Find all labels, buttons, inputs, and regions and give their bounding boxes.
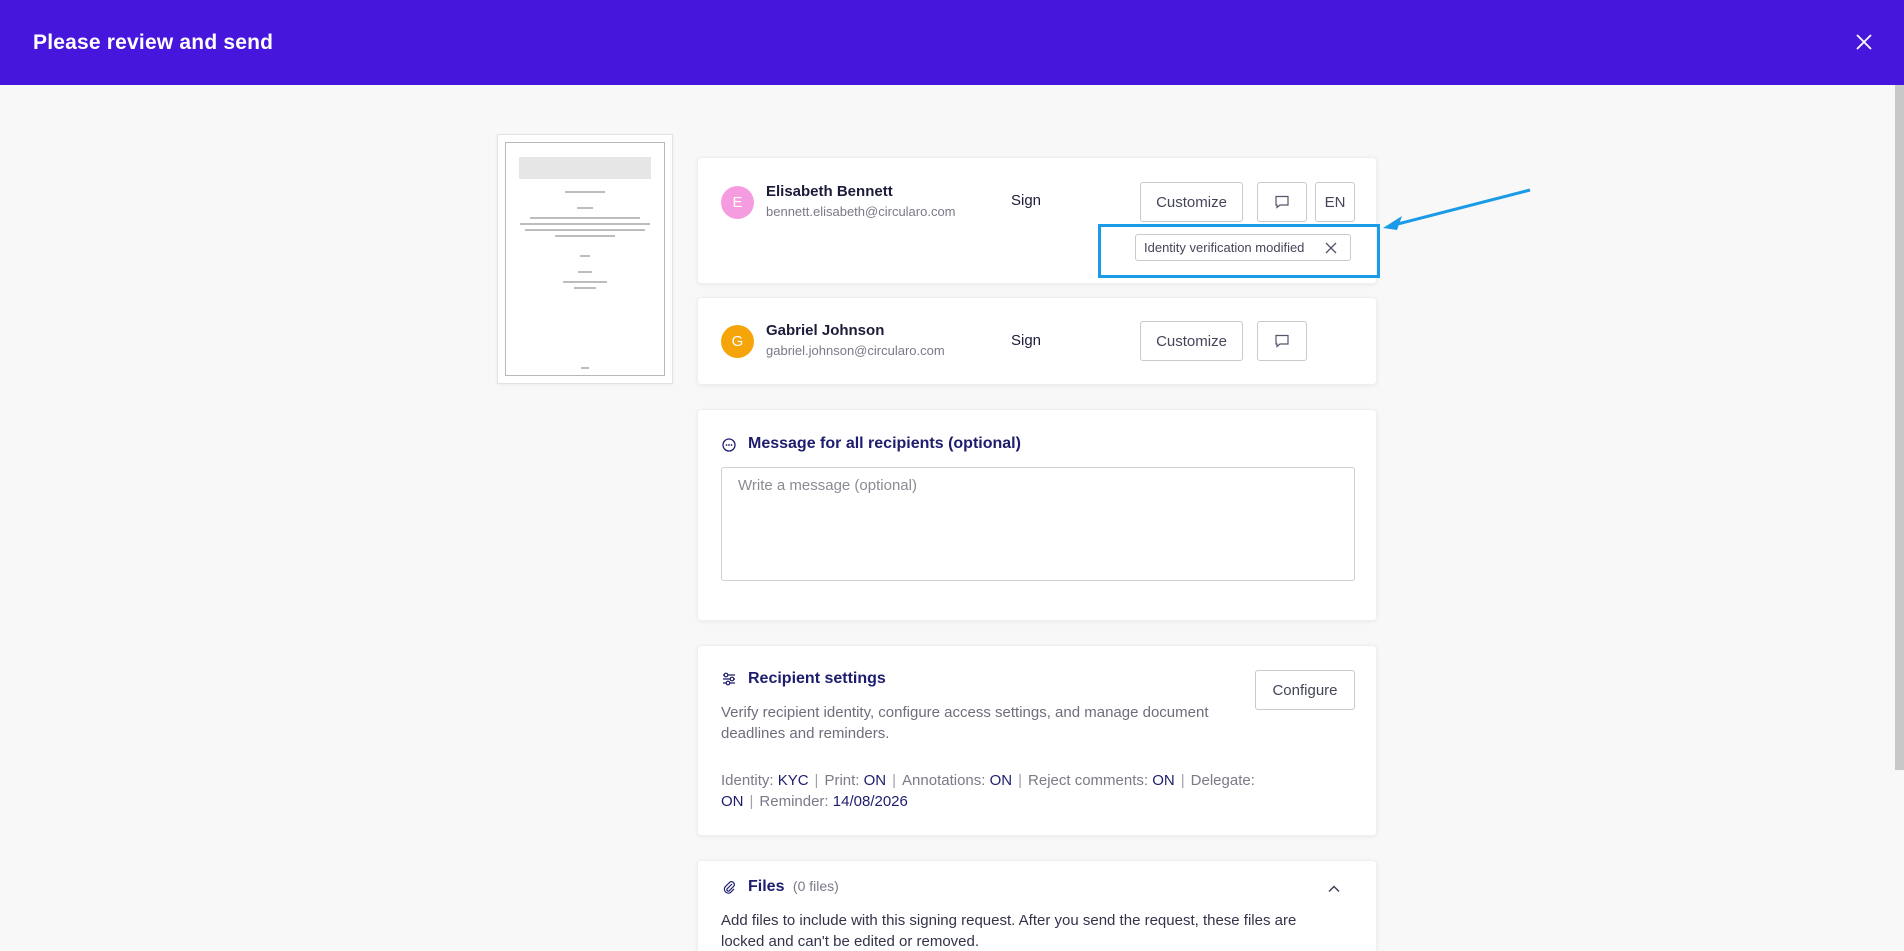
document-page-preview xyxy=(505,142,665,376)
files-title: Files (0 files) xyxy=(748,878,839,896)
language-button[interactable]: EN xyxy=(1315,182,1355,222)
comment-button[interactable] xyxy=(1257,321,1307,361)
summary-value: ON xyxy=(863,772,887,789)
document-thumbnail[interactable] xyxy=(497,134,673,384)
summary-value: KYC xyxy=(777,772,809,789)
comment-button[interactable] xyxy=(1257,182,1307,222)
modal-title: Please review and send xyxy=(33,30,274,54)
message-icon xyxy=(722,438,736,452)
recipient-settings-card: Recipient settings Configure Verify reci… xyxy=(697,645,1377,836)
settings-title: Recipient settings xyxy=(748,670,886,687)
recipient-name: Gabriel Johnson xyxy=(766,322,885,339)
summary-label: Reject comments: xyxy=(1028,772,1149,789)
recipient-name: Elisabeth Bennett xyxy=(766,183,893,200)
comment-icon xyxy=(1275,334,1289,348)
scrollbar[interactable] xyxy=(1895,85,1904,770)
files-description: Add files to include with this signing r… xyxy=(721,912,1297,950)
summary-value: ON xyxy=(989,772,1013,789)
avatar: G xyxy=(721,325,754,358)
highlight-annotation xyxy=(1098,224,1380,278)
summary-label: Print: xyxy=(824,772,860,789)
files-title-label: Files xyxy=(748,878,785,895)
arrow-annotation xyxy=(1383,188,1531,230)
recipient-role[interactable]: Sign xyxy=(1011,332,1041,349)
settings-description: Verify recipient identity, configure acc… xyxy=(721,704,1209,742)
summary-label: Identity: xyxy=(721,772,774,789)
message-title: Message for all recipients (optional) xyxy=(748,435,1021,452)
recipient-card-2: G Gabriel Johnson gabriel.johnson@circul… xyxy=(697,297,1377,385)
settings-sliders-icon xyxy=(723,672,735,686)
files-card: Files (0 files) Add files to include wit… xyxy=(697,860,1377,951)
recipient-email: gabriel.johnson@circularo.com xyxy=(766,343,945,358)
configure-button[interactable]: Configure xyxy=(1255,670,1355,710)
summary-value: ON xyxy=(721,793,744,810)
chevron-up-icon[interactable] xyxy=(1326,881,1342,897)
summary-value: ON xyxy=(1152,772,1175,789)
recipient-email: bennett.elisabeth@circularo.com xyxy=(766,204,956,219)
customize-button[interactable]: Customize xyxy=(1140,321,1243,361)
summary-label: Annotations: xyxy=(902,772,986,789)
paperclip-icon xyxy=(723,881,735,894)
message-input[interactable] xyxy=(721,467,1355,581)
settings-summary: Identity: KYC | Print: ON | Annotations: ON |… xyxy=(721,772,1255,810)
avatar: E xyxy=(721,186,754,219)
comment-icon xyxy=(1275,195,1289,209)
close-icon[interactable] xyxy=(1852,30,1876,54)
summary-label: Delegate: xyxy=(1190,772,1255,789)
recipient-role[interactable]: Sign xyxy=(1011,192,1041,209)
message-card: Message for all recipients (optional) xyxy=(697,409,1377,621)
summary-label: Reminder: xyxy=(759,793,829,810)
summary-value: 14/08/2026 xyxy=(832,793,908,810)
customize-button[interactable]: Customize xyxy=(1140,182,1243,222)
files-count: (0 files) xyxy=(792,878,839,894)
modal-header: Please review and send xyxy=(0,0,1904,85)
